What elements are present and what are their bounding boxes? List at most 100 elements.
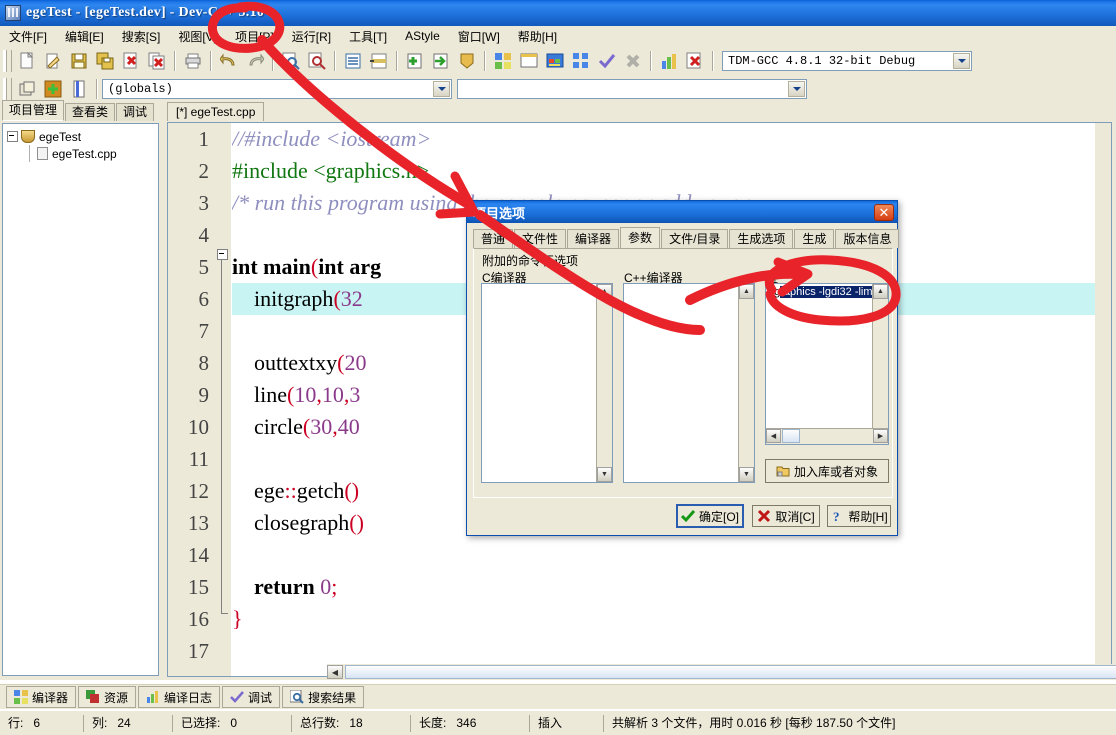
- tab-debug[interactable]: 调试: [116, 103, 154, 121]
- menu-item-file[interactable]: 文件[F]: [0, 27, 56, 46]
- c-compiler-options-input[interactable]: ▲ ▼: [481, 283, 613, 483]
- collapse-icon[interactable]: [7, 131, 18, 142]
- chevron-down-icon[interactable]: [788, 81, 805, 97]
- help-button[interactable]: ? 帮助[H]: [827, 505, 891, 527]
- undo-icon[interactable]: [217, 49, 241, 73]
- stop-execution-icon[interactable]: [621, 49, 645, 73]
- menu-item-tools[interactable]: 工具[T]: [340, 27, 396, 46]
- close-all-icon[interactable]: [145, 49, 169, 73]
- run-icon[interactable]: [517, 49, 541, 73]
- project-tree[interactable]: egeTest egeTest.cpp: [2, 123, 159, 676]
- bookmark-icon[interactable]: [67, 77, 91, 101]
- menu-item-view[interactable]: 视图[V]: [169, 27, 226, 46]
- project-options-icon[interactable]: [455, 49, 479, 73]
- fold-toggle-icon[interactable]: [217, 249, 228, 260]
- line-number: 4: [168, 219, 215, 251]
- dialog-tab-directories[interactable]: 文件/目录: [661, 229, 728, 248]
- dev-cpp-window: egeTest - [egeTest.dev] - Dev-C++ 5.10 文…: [0, 0, 1116, 735]
- dialog-tabs: 普通 文件性 编译器 参数 文件/目录 生成选项 生成 版本信息: [467, 227, 897, 248]
- project-options-dialog[interactable]: 项目选项 ✕ 普通 文件性 编译器 参数 文件/目录 生成选项 生成 版本信息 …: [466, 200, 898, 536]
- tree-node-file[interactable]: egeTest.cpp: [3, 145, 158, 162]
- save-icon[interactable]: [67, 49, 91, 73]
- cancel-button[interactable]: 取消[C]: [752, 505, 820, 527]
- menu-item-project[interactable]: 项目[P]: [226, 27, 283, 46]
- fold-column[interactable]: [215, 123, 231, 676]
- additional-command-line-options-label: 附加的命令行选项: [482, 252, 578, 269]
- tab-class-browser[interactable]: 查看类: [65, 103, 115, 121]
- bottom-tab-compiler[interactable]: 编译器: [6, 686, 76, 708]
- cpp-compiler-options-input[interactable]: ▲ ▼: [623, 283, 755, 483]
- dialog-tab-version-info[interactable]: 版本信息: [835, 229, 899, 248]
- dialog-tab-general[interactable]: 普通: [473, 229, 513, 248]
- ok-button[interactable]: 确定[O]: [676, 504, 744, 528]
- menu-item-astyle[interactable]: AStyle: [396, 28, 449, 44]
- find-next-icon[interactable]: [305, 49, 329, 73]
- bottom-tab-resources[interactable]: 资源: [78, 686, 136, 708]
- tab-project-manager[interactable]: 项目管理: [2, 100, 64, 121]
- print-icon[interactable]: [181, 49, 205, 73]
- profile-icon[interactable]: [657, 49, 681, 73]
- compiler-set-combo[interactable]: TDM-GCC 4.8.1 32-bit Debug: [722, 51, 972, 71]
- menu-item-window[interactable]: 窗口[W]: [449, 27, 509, 46]
- save-all-icon[interactable]: [93, 49, 117, 73]
- menu-item-edit[interactable]: 编辑[E]: [56, 27, 113, 46]
- toolbar-grip[interactable]: [3, 78, 12, 100]
- chevron-down-icon[interactable]: [433, 81, 450, 97]
- main-toolbar: TDM-GCC 4.8.1 32-bit Debug: [0, 46, 1116, 77]
- scroll-left-button[interactable]: ◀: [766, 429, 781, 443]
- goto-line-icon[interactable]: [341, 49, 365, 73]
- close-file-icon[interactable]: [119, 49, 143, 73]
- scroll-up-button[interactable]: ▲: [739, 284, 754, 299]
- open-file-icon[interactable]: [41, 49, 65, 73]
- linker-hscroll-thumb[interactable]: [782, 429, 800, 443]
- scroll-up-button[interactable]: ▲: [873, 284, 888, 299]
- chevron-down-icon[interactable]: [953, 53, 970, 69]
- rebuild-all-icon[interactable]: [569, 49, 593, 73]
- add-to-project-icon[interactable]: [429, 49, 453, 73]
- debug-icon[interactable]: [683, 49, 707, 73]
- bottom-tab-debug[interactable]: 调试: [222, 686, 280, 708]
- scroll-left-button[interactable]: ◀: [327, 665, 343, 679]
- dialog-tab-parameters[interactable]: 参数: [620, 227, 660, 248]
- editor-horizontal-scrollbar-thumb[interactable]: [345, 665, 1116, 679]
- scroll-down-button[interactable]: ▼: [597, 467, 612, 482]
- new-file-icon[interactable]: [15, 49, 39, 73]
- window-title: egeTest - [egeTest.dev] - Dev-C++ 5.10: [26, 5, 264, 21]
- scroll-right-button[interactable]: ▶: [873, 429, 888, 443]
- syntax-check-icon[interactable]: [595, 49, 619, 73]
- linker-horizontal-scrollbar[interactable]: ◀ ▶: [766, 428, 888, 444]
- scroll-up-button[interactable]: ▲: [597, 284, 612, 299]
- compile-icon[interactable]: [491, 49, 515, 73]
- dialog-tab-build[interactable]: 生成: [794, 229, 834, 248]
- editor-tab-egetest-cpp[interactable]: [*] egeTest.cpp: [167, 102, 264, 121]
- dialog-tab-build-options[interactable]: 生成选项: [729, 229, 793, 248]
- menu-item-run[interactable]: 运行[R]: [283, 27, 340, 46]
- insert-icon[interactable]: [15, 77, 39, 101]
- dialog-tab-files[interactable]: 文件性: [514, 229, 566, 248]
- code-token: line: [232, 382, 287, 407]
- status-parse-message: 共解析 3 个文件，用时 0.016 秒 [每秒 187.50 个文件]: [603, 715, 1116, 732]
- new-project-icon[interactable]: [403, 49, 427, 73]
- redo-icon[interactable]: [243, 49, 267, 73]
- editor-vertical-scrollbar[interactable]: [1095, 123, 1111, 676]
- toolbar-grip[interactable]: [3, 50, 12, 72]
- scroll-down-button[interactable]: ▼: [739, 467, 754, 482]
- menu-item-search[interactable]: 搜索[S]: [113, 27, 170, 46]
- scope-combo[interactable]: (globals): [102, 79, 452, 99]
- dialog-tab-compiler[interactable]: 编译器: [567, 229, 619, 248]
- bottom-tab-compile-log[interactable]: 编译日志: [138, 686, 220, 708]
- c-compiler-scrollbar[interactable]: ▲ ▼: [596, 284, 612, 482]
- find-icon[interactable]: [279, 49, 303, 73]
- member-combo[interactable]: [457, 79, 807, 99]
- toggle-bookmark-icon[interactable]: [367, 49, 391, 73]
- menu-item-help[interactable]: 帮助[H]: [509, 27, 566, 46]
- close-icon[interactable]: ✕: [874, 204, 894, 221]
- add-icon[interactable]: [41, 77, 65, 101]
- tree-node-project[interactable]: egeTest: [3, 128, 158, 145]
- compile-and-run-icon[interactable]: [543, 49, 567, 73]
- bottom-tab-search-results[interactable]: 搜索结果: [282, 686, 364, 708]
- cpp-compiler-scrollbar[interactable]: ▲ ▼: [738, 284, 754, 482]
- add-library-button[interactable]: 加入库或者对象: [765, 459, 889, 483]
- linker-options-input[interactable]: -lgraphics -lgdi32 -lim ▲ ▼ ◀ ▶: [765, 283, 889, 445]
- linker-scrollbar[interactable]: ▲ ▼: [872, 284, 888, 444]
